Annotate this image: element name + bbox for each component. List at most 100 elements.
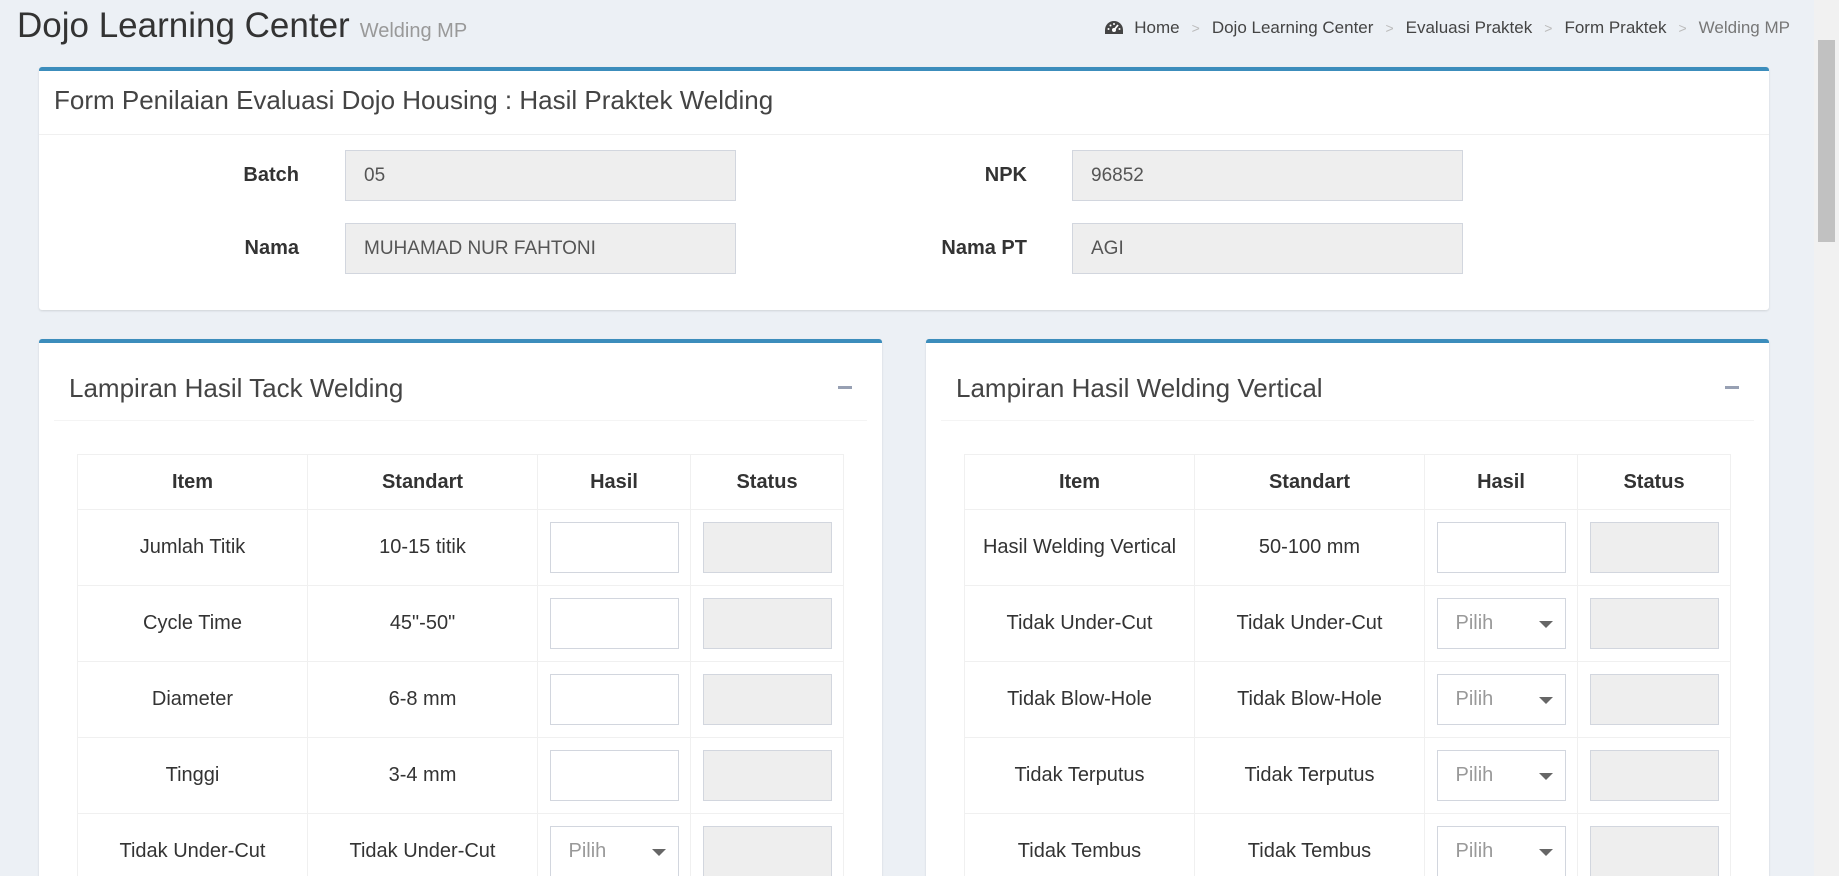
column-header: Standart bbox=[307, 454, 538, 510]
column-header: Hasil bbox=[1424, 454, 1578, 510]
minus-icon bbox=[838, 386, 852, 389]
breadcrumb-home[interactable]: Home bbox=[1134, 18, 1179, 38]
hasil-select[interactable]: Pilih bbox=[1436, 674, 1566, 725]
tack-welding-header: Lampiran Hasil Tack Welding bbox=[54, 343, 867, 421]
table-row: Tidak Tembus Tidak Tembus Pilih bbox=[964, 813, 1731, 876]
status-cell bbox=[690, 661, 844, 738]
caret-down-icon bbox=[651, 849, 666, 856]
status-cell bbox=[1577, 661, 1731, 738]
form-box-header: Form Penilaian Evaluasi Dojo Housing : H… bbox=[39, 71, 1769, 135]
status-field bbox=[702, 750, 832, 801]
standart-cell: 45"-50" bbox=[307, 585, 538, 662]
column-header: Item bbox=[77, 454, 308, 510]
caret-down-icon bbox=[1538, 773, 1553, 780]
batch-field[interactable]: 05 bbox=[345, 150, 736, 201]
standart-cell: 3-4 mm bbox=[307, 737, 538, 814]
page-scrollbar[interactable] bbox=[1814, 0, 1839, 876]
hasil-select[interactable]: Pilih bbox=[1436, 826, 1566, 876]
item-cell: Cycle Time bbox=[77, 585, 308, 662]
hasil-input[interactable] bbox=[549, 750, 679, 801]
hasil-select[interactable]: Pilih bbox=[1436, 598, 1566, 649]
hasil-select[interactable]: Pilih bbox=[1436, 750, 1566, 801]
namapt-label: Nama PT bbox=[941, 237, 1027, 259]
select-value: Pilih bbox=[1455, 764, 1494, 786]
page-subtitle: Welding MP bbox=[359, 20, 468, 42]
table-header-row: Item Standart Hasil Status bbox=[964, 454, 1731, 510]
column-header: Hasil bbox=[537, 454, 691, 510]
page-title: Dojo Learning Center Welding MP bbox=[17, 6, 467, 46]
status-field bbox=[702, 674, 832, 725]
status-field bbox=[702, 826, 832, 876]
tack-welding-box: Lampiran Hasil Tack Welding Item Standar… bbox=[39, 339, 882, 876]
welding-vertical-box: Lampiran Hasil Welding Vertical Item Sta… bbox=[926, 339, 1769, 876]
hasil-cell bbox=[537, 585, 691, 662]
hasil-select[interactable]: Pilih bbox=[549, 826, 679, 876]
npk-field[interactable]: 96852 bbox=[1072, 150, 1463, 201]
status-cell bbox=[1577, 509, 1731, 586]
hasil-input[interactable] bbox=[1436, 522, 1566, 573]
hasil-input[interactable] bbox=[549, 598, 679, 649]
form-title: Form Penilaian Evaluasi Dojo Housing : H… bbox=[54, 85, 774, 115]
table-row: Tinggi 3-4 mm bbox=[77, 737, 844, 814]
table-row: Tidak Blow-Hole Tidak Blow-Hole Pilih bbox=[964, 661, 1731, 738]
breadcrumb-form[interactable]: Form Praktek bbox=[1564, 18, 1666, 38]
table-row: Hasil Welding Vertical 50-100 mm bbox=[964, 509, 1731, 586]
hasil-cell: Pilih bbox=[1424, 661, 1578, 738]
page-title-text: Dojo Learning Center bbox=[17, 6, 350, 45]
breadcrumb-separator: > bbox=[1385, 20, 1394, 36]
item-cell: Tidak Tembus bbox=[964, 813, 1195, 876]
status-cell bbox=[1577, 737, 1731, 814]
column-header: Status bbox=[690, 454, 844, 510]
breadcrumb: Home > Dojo Learning Center > Evaluasi P… bbox=[1104, 18, 1790, 38]
item-cell: Tidak Blow-Hole bbox=[964, 661, 1195, 738]
scrollbar-thumb[interactable] bbox=[1818, 40, 1835, 242]
standart-cell: 50-100 mm bbox=[1194, 509, 1425, 586]
status-cell bbox=[690, 509, 844, 586]
table-row: Tidak Terputus Tidak Terputus Pilih bbox=[964, 737, 1731, 814]
namapt-field[interactable]: AGI bbox=[1072, 223, 1463, 274]
standart-cell: 10-15 titik bbox=[307, 509, 538, 586]
table-row: Tidak Under-Cut Tidak Under-Cut Pilih bbox=[964, 585, 1731, 662]
hasil-cell bbox=[537, 509, 691, 586]
hasil-cell bbox=[1424, 509, 1578, 586]
collapse-button[interactable] bbox=[1720, 375, 1744, 399]
caret-down-icon bbox=[1538, 849, 1553, 856]
select-value: Pilih bbox=[1455, 612, 1494, 634]
collapse-button[interactable] bbox=[833, 375, 857, 399]
table-row: Diameter 6-8 mm bbox=[77, 661, 844, 738]
nama-field[interactable]: MUHAMAD NUR FAHTONI bbox=[345, 223, 736, 274]
select-value: Pilih bbox=[1455, 688, 1494, 710]
welding-vertical-title: Lampiran Hasil Welding Vertical bbox=[956, 373, 1323, 403]
table-row: Jumlah Titik 10-15 titik bbox=[77, 509, 844, 586]
item-cell: Tidak Under-Cut bbox=[77, 813, 308, 876]
status-cell bbox=[690, 737, 844, 814]
item-cell: Jumlah Titik bbox=[77, 509, 308, 586]
welding-vertical-header: Lampiran Hasil Welding Vertical bbox=[941, 343, 1754, 421]
breadcrumb-separator: > bbox=[1678, 20, 1687, 36]
standart-cell: Tidak Under-Cut bbox=[307, 813, 538, 876]
status-field bbox=[702, 598, 832, 649]
status-field bbox=[1589, 522, 1719, 573]
status-cell bbox=[1577, 813, 1731, 876]
column-header: Item bbox=[964, 454, 1195, 510]
item-cell: Tidak Terputus bbox=[964, 737, 1195, 814]
hasil-cell bbox=[537, 737, 691, 814]
standart-cell: Tidak Blow-Hole bbox=[1194, 661, 1425, 738]
breadcrumb-evaluasi[interactable]: Evaluasi Praktek bbox=[1406, 18, 1533, 38]
npk-label: NPK bbox=[984, 164, 1027, 186]
hasil-input[interactable] bbox=[549, 674, 679, 725]
status-field bbox=[1589, 826, 1719, 876]
tack-welding-table: Item Standart Hasil Status Jumlah Titik … bbox=[77, 454, 844, 876]
standart-cell: Tidak Under-Cut bbox=[1194, 585, 1425, 662]
batch-label: Batch bbox=[243, 164, 299, 186]
standart-cell: 6-8 mm bbox=[307, 661, 538, 738]
breadcrumb-dojo[interactable]: Dojo Learning Center bbox=[1212, 18, 1374, 38]
hasil-cell: Pilih bbox=[1424, 813, 1578, 876]
form-box: Form Penilaian Evaluasi Dojo Housing : H… bbox=[39, 67, 1769, 310]
hasil-cell bbox=[537, 661, 691, 738]
status-cell bbox=[1577, 585, 1731, 662]
hasil-input[interactable] bbox=[549, 522, 679, 573]
column-header: Status bbox=[1577, 454, 1731, 510]
status-field bbox=[1589, 598, 1719, 649]
content-header: Dojo Learning Center Welding MP Home > Do… bbox=[0, 0, 1814, 52]
